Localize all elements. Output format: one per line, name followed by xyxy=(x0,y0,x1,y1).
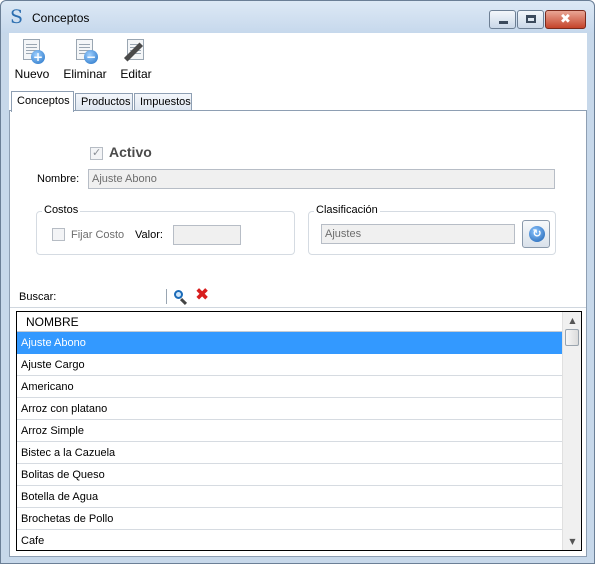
search-separator xyxy=(166,289,167,304)
delete-button[interactable]: − Eliminar xyxy=(62,37,108,85)
table-row[interactable]: Americano xyxy=(17,376,562,398)
classification-field[interactable]: Ajustes xyxy=(321,224,515,244)
delete-document-icon: − xyxy=(72,37,98,65)
tab-impuestos[interactable]: Impuestos xyxy=(134,93,192,111)
client-area: + Nuevo − Eliminar Editar Conceptos Prod… xyxy=(9,33,587,557)
scroll-thumb[interactable] xyxy=(565,329,579,346)
grid-rows: Ajuste Abono Ajuste Cargo Americano Arroz c… xyxy=(17,332,562,550)
delete-button-label: Eliminar xyxy=(63,67,107,81)
tab-panel-conceptos: Activo Nombre: Ajuste Abono Costos Fijar… xyxy=(9,110,587,557)
table-row[interactable]: Bolitas de Queso xyxy=(17,464,562,486)
add-badge-icon: + xyxy=(31,50,45,64)
edit-button-label: Editar xyxy=(120,67,152,81)
search-label: Buscar: xyxy=(19,291,57,303)
edit-button[interactable]: Editar xyxy=(118,37,154,85)
active-label: Activo xyxy=(109,144,152,160)
new-button-label: Nuevo xyxy=(14,67,50,81)
title-bar[interactable]: S Conceptos ✖ xyxy=(1,1,594,33)
table-row[interactable]: Ajuste Abono xyxy=(17,332,562,354)
classification-group-title: Clasificación xyxy=(314,204,380,216)
tab-productos[interactable]: Productos xyxy=(75,93,133,111)
fix-cost-label: Fijar Costo xyxy=(71,229,125,241)
fix-cost-checkbox[interactable] xyxy=(52,228,65,241)
close-icon: ✖ xyxy=(560,12,571,27)
vertical-scrollbar[interactable]: ▲ ▼ xyxy=(562,312,581,550)
tab-conceptos[interactable]: Conceptos xyxy=(11,91,74,112)
app-icon: S xyxy=(10,6,24,28)
maximize-button[interactable] xyxy=(517,10,544,29)
costs-group-title: Costos xyxy=(42,204,81,216)
search-input[interactable] xyxy=(62,287,166,305)
tab-strip: Conceptos Productos Impuestos xyxy=(9,91,587,112)
table-row[interactable]: Ajuste Cargo xyxy=(17,354,562,376)
name-label: Nombre: xyxy=(37,173,80,185)
refresh-button[interactable]: ↻ xyxy=(522,220,550,248)
table-row[interactable]: Bistec a la Cazuela xyxy=(17,442,562,464)
table-row[interactable]: Arroz Simple xyxy=(17,420,562,442)
maximize-icon xyxy=(526,15,536,23)
edit-document-icon xyxy=(123,37,149,65)
classification-group: Clasificación Ajustes ↻ xyxy=(308,204,556,255)
column-header-nombre[interactable]: NOMBRE xyxy=(17,312,562,332)
window-title: Conceptos xyxy=(32,11,90,25)
refresh-icon: ↻ xyxy=(529,226,545,242)
table-row[interactable]: Cafe xyxy=(17,530,562,550)
minimize-icon xyxy=(499,21,508,24)
close-button[interactable]: ✖ xyxy=(545,10,586,29)
value-label: Valor: xyxy=(135,229,163,241)
search-bar: Buscar: ✖ xyxy=(10,286,586,308)
new-document-icon: + xyxy=(19,37,45,65)
column-header-label: NOMBRE xyxy=(26,315,79,329)
concepts-grid[interactable]: NOMBRE Ajuste Abono Ajuste Cargo Americano… xyxy=(16,311,582,551)
search-icon[interactable] xyxy=(172,289,188,306)
scroll-down-icon[interactable]: ▼ xyxy=(563,533,581,550)
table-row[interactable]: Brochetas de Pollo xyxy=(17,508,562,530)
table-row[interactable]: Botella de Agua xyxy=(17,486,562,508)
minimize-button[interactable] xyxy=(489,10,516,29)
window: S Conceptos ✖ + Nuevo − Eliminar Editar … xyxy=(0,0,595,564)
toolbar: + Nuevo − Eliminar Editar xyxy=(9,33,587,87)
costs-group: Costos Fijar Costo Valor: xyxy=(36,204,295,255)
name-field[interactable]: Ajuste Abono xyxy=(88,169,555,189)
scroll-up-icon[interactable]: ▲ xyxy=(563,312,581,329)
remove-badge-icon: − xyxy=(84,50,98,64)
clear-icon[interactable]: ✖ xyxy=(195,286,211,304)
table-row[interactable]: Arroz con platano xyxy=(17,398,562,420)
value-field[interactable] xyxy=(173,225,241,245)
new-button[interactable]: + Nuevo xyxy=(14,37,50,85)
active-checkbox[interactable] xyxy=(90,146,103,160)
